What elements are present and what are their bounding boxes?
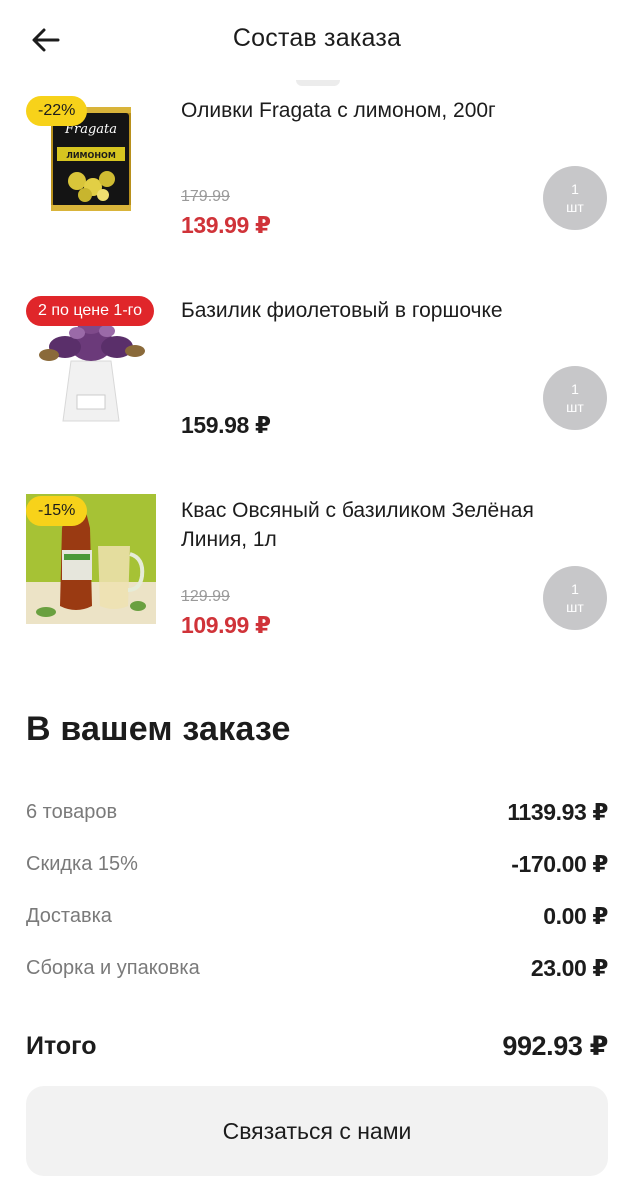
quantity-value: 1: [571, 381, 579, 397]
summary-value: 1139.93 ₽: [507, 798, 608, 825]
old-price: 129.99: [181, 588, 230, 605]
quantity-badge[interactable]: 1 шт: [543, 166, 607, 230]
summary-row: 6 товаров 1139.93 ₽: [26, 797, 608, 827]
order-item[interactable]: -15% Квас Овсяный с базиликом Зелёная Ли…: [0, 494, 634, 664]
summary-value: 0.00 ₽: [543, 902, 608, 929]
summary-label: Доставка: [26, 904, 112, 927]
item-price: 159.98 ₽: [181, 412, 271, 438]
scroll-indicator: [296, 80, 340, 86]
item-name: Квас Овсяный с базиликом Зелёная Линия, …: [181, 499, 534, 551]
quantity-badge[interactable]: 1 шт: [543, 566, 607, 630]
discount-badge: -22%: [26, 96, 88, 126]
quantity-badge[interactable]: 1 шт: [543, 366, 607, 430]
summary-title: В вашем заказе: [26, 710, 291, 748]
quantity-value: 1: [571, 181, 579, 197]
item-name: Оливки Fragata с лимоном, 200г: [181, 99, 496, 122]
order-item[interactable]: 2 по цене 1-го Базилик фиолетовый в горш…: [0, 294, 634, 464]
quantity-value: 1: [571, 581, 579, 597]
quantity-unit: шт: [566, 399, 584, 415]
item-name: Базилик фиолетовый в горшочке: [181, 299, 503, 322]
summary-label: Скидка 15%: [26, 852, 138, 875]
header: Состав заказа: [0, 0, 634, 86]
old-price: 179.99: [181, 188, 230, 205]
quantity-unit: шт: [566, 599, 584, 615]
summary-value: -170.00 ₽: [511, 850, 608, 877]
summary-row: Скидка 15% -170.00 ₽: [26, 849, 608, 879]
order-item[interactable]: -22% Fragata ЛИМОНОМ Оливки Fragata с ли…: [0, 94, 634, 264]
summary-value: 23.00 ₽: [530, 954, 609, 981]
item-price: 109.99 ₽: [181, 612, 271, 638]
discount-badge: -15%: [26, 496, 88, 526]
contact-us-button[interactable]: Связаться с нами: [26, 1086, 608, 1176]
summary-row: Сборка и упаковка 23.00 ₽: [26, 953, 608, 983]
total-row: Итого 992.93 ₽: [26, 1028, 608, 1064]
quantity-unit: шт: [566, 199, 584, 215]
total-label: Итого: [26, 1031, 97, 1060]
promo-badge: 2 по цене 1-го: [26, 296, 155, 326]
page-title: Состав заказа: [232, 24, 402, 52]
summary-row: Доставка 0.00 ₽: [26, 901, 608, 931]
total-value: 992.93 ₽: [502, 1030, 608, 1061]
can-label: ЛИМОНОМ: [66, 151, 116, 160]
item-price: 139.99 ₽: [181, 212, 271, 238]
summary-label: 6 товаров: [26, 800, 118, 823]
summary-label: Сборка и упаковка: [26, 956, 200, 979]
